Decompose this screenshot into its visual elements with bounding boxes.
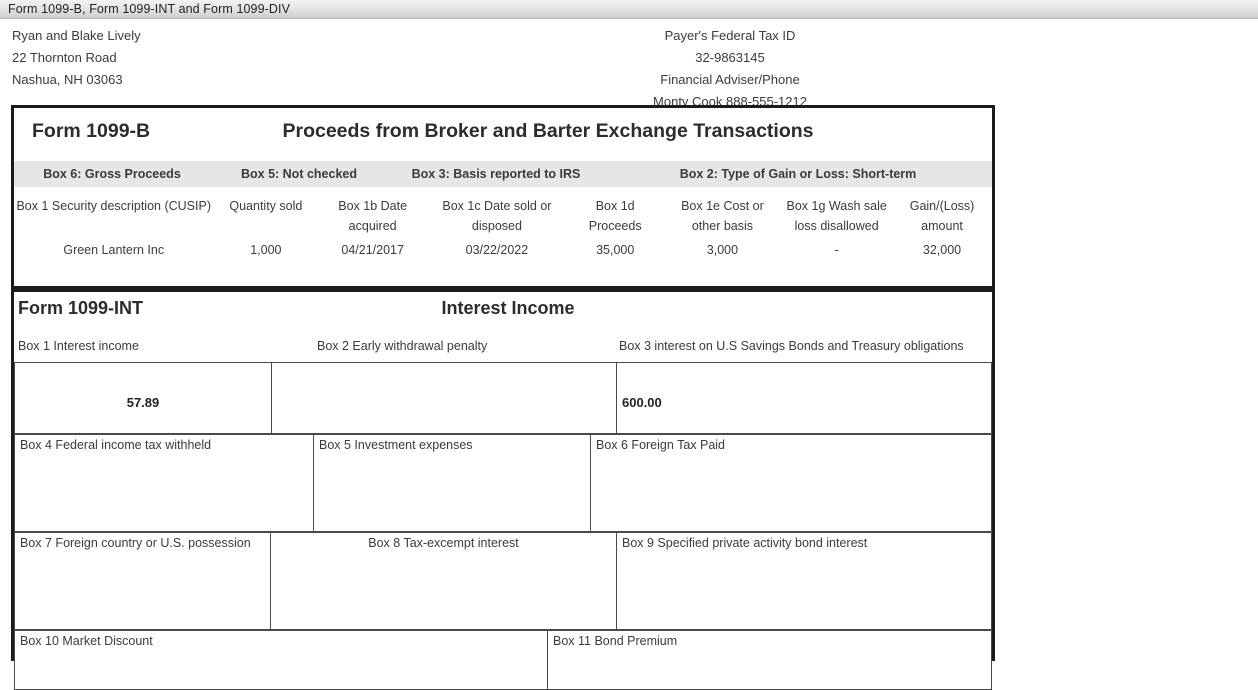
form-1099int-section: Form 1099-INT Interest Income Box 1 Inte… — [11, 289, 995, 690]
cell-date-sold: 03/22/2022 — [465, 243, 529, 257]
document-header: Ryan and Blake Lively 22 Thornton Road N… — [0, 19, 1258, 109]
boxes-1-3-label-row: Box 1 Interest income Box 2 Early withdr… — [14, 339, 992, 362]
payer-info-block: Payer's Federal Tax ID 32-9863145 Financ… — [520, 25, 940, 113]
financial-adviser-label: Financial Adviser/Phone — [660, 72, 800, 87]
box-flag-not-checked: Box 5: Not checked — [240, 167, 357, 181]
box9-cell[interactable]: Box 9 Specified private activity bond in… — [616, 532, 992, 630]
column-header-quantity-sold: Quantity sold — [229, 199, 303, 213]
form-1099int-title-row: Form 1099-INT Interest Income — [14, 292, 992, 339]
column-header-gain-loss: Gain/(Loss) amount — [909, 199, 975, 233]
box2-cell[interactable] — [271, 362, 617, 434]
form-1099b-section: Form 1099-B Proceeds from Broker and Bar… — [11, 105, 995, 289]
box-flag-gross-proceeds: Box 6: Gross Proceeds — [43, 167, 181, 181]
column-header-date-acquired: Box 1b Date acquired — [338, 199, 408, 233]
box-flag-gain-type: Box 2: Type of Gain or Loss: Short-term — [679, 167, 917, 181]
table-header-row: Box 1 Security description (CUSIP) Quant… — [14, 187, 992, 236]
box2-label: Box 2 Early withdrawal penalty — [317, 339, 488, 353]
box11-cell[interactable]: Box 11 Bond Premium — [547, 630, 992, 690]
column-header-security-description: Box 1 Security description (CUSIP) — [16, 199, 211, 213]
boxes-10-11-cell-row: Box 10 Market Discount Box 11 Bond Premi… — [14, 630, 992, 690]
box10-label: Box 10 Market Discount — [20, 634, 153, 648]
payee-street: 22 Thornton Road — [12, 50, 117, 65]
payee-address-block: Ryan and Blake Lively 22 Thornton Road N… — [12, 25, 141, 91]
boxes-4-6-cell-row: Box 4 Federal income tax withheld Box 5 … — [14, 434, 992, 532]
form-1099b-box-flags-bar: Box 6: Gross Proceeds Box 5: Not checked… — [14, 161, 992, 187]
column-header-proceeds: Box 1d Proceeds — [588, 199, 642, 233]
box8-cell[interactable]: Box 8 Tax-excempt interest — [270, 532, 617, 630]
cell-security-description: Green Lantern Inc — [63, 243, 165, 257]
box5-cell[interactable]: Box 5 Investment expenses — [313, 434, 591, 532]
box1-cell[interactable]: 57.89 — [14, 362, 272, 434]
box3-value: 600.00 — [622, 395, 662, 410]
column-header-date-sold: Box 1c Date sold or disposed — [442, 199, 552, 233]
cell-proceeds: 35,000 — [596, 243, 635, 257]
cell-wash-sale-loss: - — [834, 243, 839, 257]
form-1099b-title: Proceeds from Broker and Barter Exchange… — [282, 120, 814, 142]
form-1099b-title-row: Form 1099-B Proceeds from Broker and Bar… — [14, 108, 992, 161]
box6-label: Box 6 Foreign Tax Paid — [596, 438, 726, 452]
box4-label: Box 4 Federal income tax withheld — [20, 438, 212, 452]
cell-date-acquired: 04/21/2017 — [341, 243, 404, 257]
form-1099b-transactions-table: Box 1 Security description (CUSIP) Quant… — [14, 187, 992, 263]
box9-label: Box 9 Specified private activity bond in… — [622, 536, 868, 550]
table-row: Green Lantern Inc 1,000 04/21/2017 03/22… — [14, 236, 992, 263]
window-title: Form 1099-B, Form 1099-INT and Form 1099… — [8, 2, 291, 16]
box7-label: Box 7 Foreign country or U.S. possession — [20, 536, 251, 550]
boxes-7-9-cell-row: Box 7 Foreign country or U.S. possession… — [14, 532, 992, 630]
cell-gain-loss: 32,000 — [922, 243, 962, 257]
window-title-bar: Form 1099-B, Form 1099-INT and Form 1099… — [0, 0, 1258, 19]
box10-cell[interactable]: Box 10 Market Discount — [14, 630, 548, 690]
box5-label: Box 5 Investment expenses — [319, 438, 473, 452]
payer-tax-id-label: Payer's Federal Tax ID — [664, 28, 796, 43]
column-header-cost-basis: Box 1e Cost or other basis — [681, 199, 764, 233]
payer-tax-id-value: 32-9863145 — [695, 50, 765, 65]
column-header-wash-sale-loss: Box 1g Wash sale loss disallowed — [786, 199, 887, 233]
box3-label: Box 3 interest on U.S Savings Bonds and … — [619, 339, 964, 353]
box7-cell[interactable]: Box 7 Foreign country or U.S. possession — [14, 532, 271, 630]
cell-quantity-sold: 1,000 — [250, 243, 282, 257]
form-1099int-title: Interest Income — [441, 298, 575, 318]
payee-name: Ryan and Blake Lively — [12, 28, 141, 43]
cell-cost-basis: 3,000 — [706, 243, 739, 257]
box8-label: Box 8 Tax-excempt interest — [368, 536, 519, 550]
box3-cell[interactable]: 600.00 — [616, 362, 992, 434]
box1-label: Box 1 Interest income — [18, 339, 139, 353]
boxes-1-3-cell-row: 57.89 600.00 — [14, 362, 992, 434]
payee-city-state-zip: Nashua, NH 03063 — [12, 72, 123, 87]
box6-cell[interactable]: Box 6 Foreign Tax Paid — [590, 434, 992, 532]
box11-label: Box 11 Bond Premium — [553, 634, 678, 648]
box1-value: 57.89 — [126, 395, 160, 410]
box4-cell[interactable]: Box 4 Federal income tax withheld — [14, 434, 314, 532]
box-flag-basis-reported: Box 3: Basis reported to IRS — [411, 167, 581, 181]
